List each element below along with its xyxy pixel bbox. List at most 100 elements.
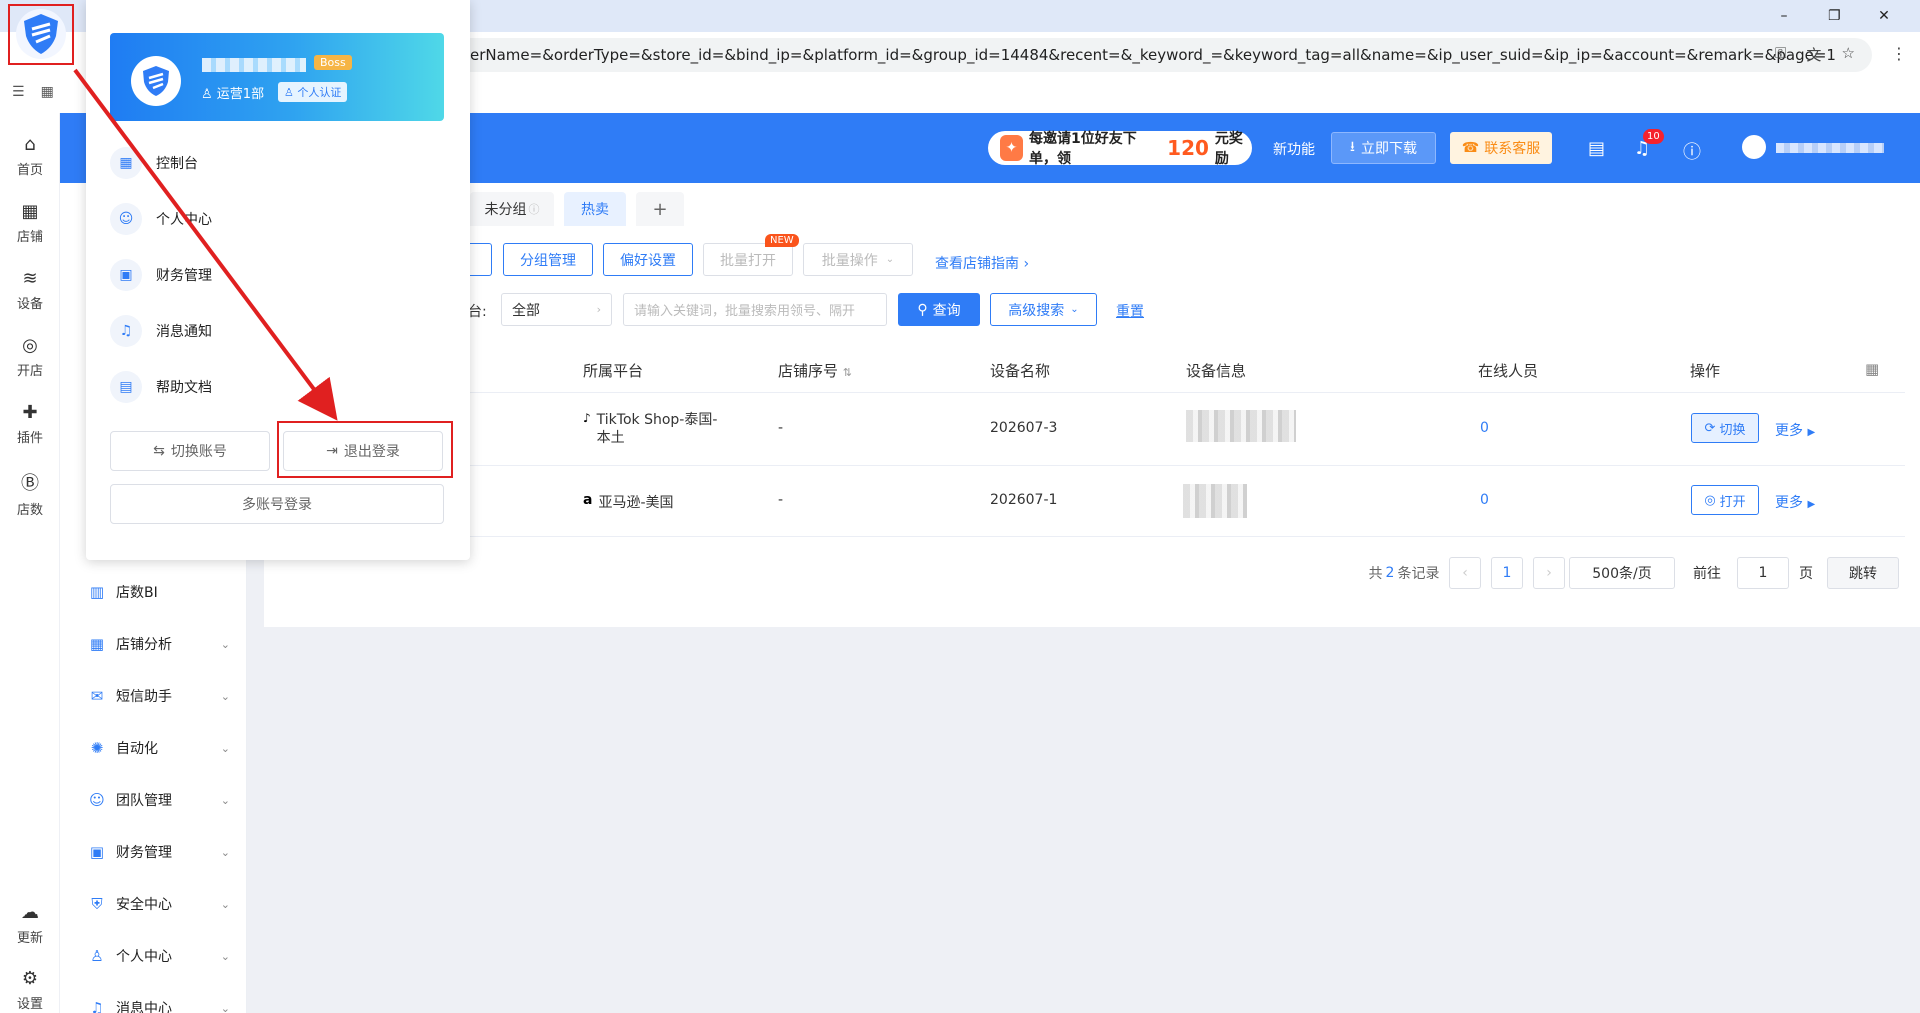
promo-suffix: 元奖励 [1214, 131, 1243, 167]
personal-cert-badge[interactable]: ♙ 个人认证 [278, 82, 348, 102]
wallet-icon: ▣ [110, 259, 142, 291]
nav-item-messages[interactable]: ♫ 消息中心 ⌄ [88, 996, 230, 1013]
popup-item-label: 控制台 [156, 156, 198, 172]
reset-link[interactable]: 重置 [1116, 301, 1144, 321]
caret-right-icon: ▶ [1807, 427, 1816, 438]
switch-account-button[interactable]: ⇆ 切换账号 [110, 431, 270, 471]
advanced-search-button[interactable]: 高级搜索 ⌄ [990, 293, 1097, 326]
goto-page-input[interactable]: 1 [1737, 557, 1789, 589]
keyword-input[interactable]: 请输入关键词，批量搜索用领号、隔开 [623, 293, 887, 326]
switch-button[interactable]: ⟳ 切换 [1691, 413, 1759, 443]
account-name-blurred [202, 58, 306, 72]
new-badge: NEW [765, 234, 799, 247]
url-text: erName=&orderType=&store_id=&bind_ip=&pl… [470, 46, 1836, 64]
invite-promo[interactable]: ✦ 每邀请1位好友下单，领 120 元奖励 [988, 131, 1252, 167]
chevron-down-icon: ⌄ [220, 949, 230, 963]
switch-icon: ⟳ [1704, 420, 1716, 436]
grid-icon: ▦ [110, 147, 142, 179]
page-1-button[interactable]: 1 [1491, 557, 1523, 589]
popup-item-console[interactable]: ▦ 控制台 [110, 145, 310, 181]
translate-icon[interactable]: 文 [1806, 44, 1821, 65]
popup-item-finance[interactable]: ▣ 财务管理 [110, 257, 310, 293]
key-icon[interactable]: ⚿ [1775, 44, 1786, 65]
tab-hot[interactable]: 热卖 [564, 192, 626, 226]
rail-label: 店数 [16, 503, 43, 518]
query-button[interactable]: ⚲ 查询 [898, 293, 980, 326]
rail-item-open-shop[interactable]: ◎ 开店 [0, 335, 60, 379]
search-icon: ⚲ [917, 301, 928, 318]
collapse-menu-icon[interactable]: ☰ [12, 84, 25, 100]
page-size-select[interactable]: 500条/页 [1569, 557, 1675, 589]
customer-service-button[interactable]: ☎ 联系客服 [1450, 132, 1552, 164]
rail-item-home[interactable]: ⌂ 首页 [0, 134, 60, 178]
book-icon: ▤ [110, 371, 142, 403]
rail-item-settings[interactable]: ⚙ 设置 [0, 968, 60, 1012]
batch-open-button[interactable]: 批量打开 [703, 243, 793, 276]
tab-ungrouped[interactable]: 未分组 ⓘ [470, 192, 554, 226]
rail-item-shop[interactable]: ▦ 店铺 [0, 201, 60, 245]
open-button[interactable]: ◎ 打开 [1691, 485, 1759, 515]
minimize-icon[interactable]: – [1778, 8, 1790, 24]
popup-item-label: 财务管理 [156, 268, 212, 284]
more-link[interactable]: 更多 ▶ [1775, 420, 1815, 440]
shop-guide-link[interactable]: 查看店铺指南 › [935, 253, 1029, 273]
online-count[interactable]: 0 [1480, 492, 1489, 508]
chevron-down-icon: ⌄ [220, 845, 230, 859]
nav-item-personal[interactable]: ♙ 个人中心 ⌄ [88, 944, 230, 968]
col-seq[interactable]: 店铺序号 ⇅ [778, 360, 852, 381]
nav-item-finance[interactable]: ▣ 财务管理 ⌄ [88, 840, 230, 864]
online-count[interactable]: 0 [1480, 420, 1489, 436]
account-avatar[interactable] [131, 56, 181, 106]
star-icon[interactable]: ☆ [1841, 44, 1854, 65]
help-icon: ⓘ [528, 203, 540, 216]
prev-page-button[interactable]: ‹ [1449, 557, 1481, 589]
column-settings-icon[interactable]: ▦ [1865, 360, 1879, 378]
preferences-button[interactable]: 偏好设置 [603, 243, 693, 276]
add-tab-button[interactable]: + [636, 192, 684, 226]
next-page-button[interactable]: › [1533, 557, 1565, 589]
cloud-download-icon: ☁ [21, 902, 39, 923]
rail-item-plugin[interactable]: ✚ 插件 [0, 402, 60, 446]
group-manage-button[interactable]: 分组管理 [503, 243, 593, 276]
browser-menu-icon[interactable]: ⋮ [1891, 44, 1907, 63]
nav-item-shop-analysis[interactable]: ▦ 店铺分析 ⌄ [88, 632, 230, 656]
nav-item-bi[interactable]: ▥ 店数BI [88, 580, 230, 604]
popup-item-personal[interactable]: ☺ 个人中心 [110, 201, 310, 237]
popup-item-notifications[interactable]: ♫ 消息通知 [110, 313, 310, 349]
restore-icon[interactable]: ❐ [1828, 8, 1841, 24]
close-icon[interactable]: ✕ [1878, 8, 1890, 24]
rail-item-update[interactable]: ☁ 更新 [0, 902, 60, 946]
jump-button[interactable]: 跳转 [1827, 557, 1899, 589]
amazon-icon: a [583, 492, 593, 508]
grid-apps-icon[interactable]: ▦ [41, 84, 54, 100]
download-icon: ⭳ [1350, 139, 1355, 155]
platform-select[interactable]: 全部 › [501, 293, 612, 326]
new-feature-link[interactable]: 新功能 [1273, 139, 1315, 159]
nav-item-sms[interactable]: ✉ 短信助手 ⌄ [88, 684, 230, 708]
nav-item-security[interactable]: ⛨ 安全中心 ⌄ [88, 892, 230, 916]
bell-icon: ♫ [110, 315, 142, 347]
chevron-down-icon: ⌄ [885, 254, 895, 265]
rail-item-device[interactable]: ≋ 设备 [0, 268, 60, 312]
layers-icon: ≋ [22, 268, 38, 289]
username-blurred[interactable] [1776, 143, 1884, 153]
nav-item-team[interactable]: ☺ 团队管理 ⌄ [88, 788, 230, 812]
document-icon[interactable]: ▤ [1588, 138, 1605, 159]
rail-item-bi[interactable]: Ⓑ 店数 [0, 469, 60, 518]
user-avatar[interactable] [1742, 135, 1766, 159]
multi-account-login-button[interactable]: 多账号登录 [110, 484, 444, 524]
chevron-down-icon: ⌄ [220, 793, 230, 807]
partial-button[interactable] [468, 243, 492, 276]
col-online: 在线人员 [1478, 362, 1539, 380]
popup-item-label: 消息通知 [156, 324, 212, 340]
app-top-icons: ☰ ▦ [12, 84, 54, 100]
open-label: 打开 [1719, 494, 1746, 510]
more-link[interactable]: 更多 ▶ [1775, 492, 1815, 512]
popup-item-help[interactable]: ▤ 帮助文档 [110, 369, 310, 405]
help-icon[interactable]: ⓘ [1683, 138, 1701, 164]
shop-icon: ▦ [21, 201, 39, 222]
advanced-search-label: 高级搜索 [1008, 302, 1065, 319]
nav-item-automation[interactable]: ✺ 自动化 ⌄ [88, 736, 230, 760]
batch-ops-button[interactable]: 批量操作 ⌄ [803, 243, 913, 276]
download-button[interactable]: ⭳ 立即下载 [1331, 132, 1436, 164]
